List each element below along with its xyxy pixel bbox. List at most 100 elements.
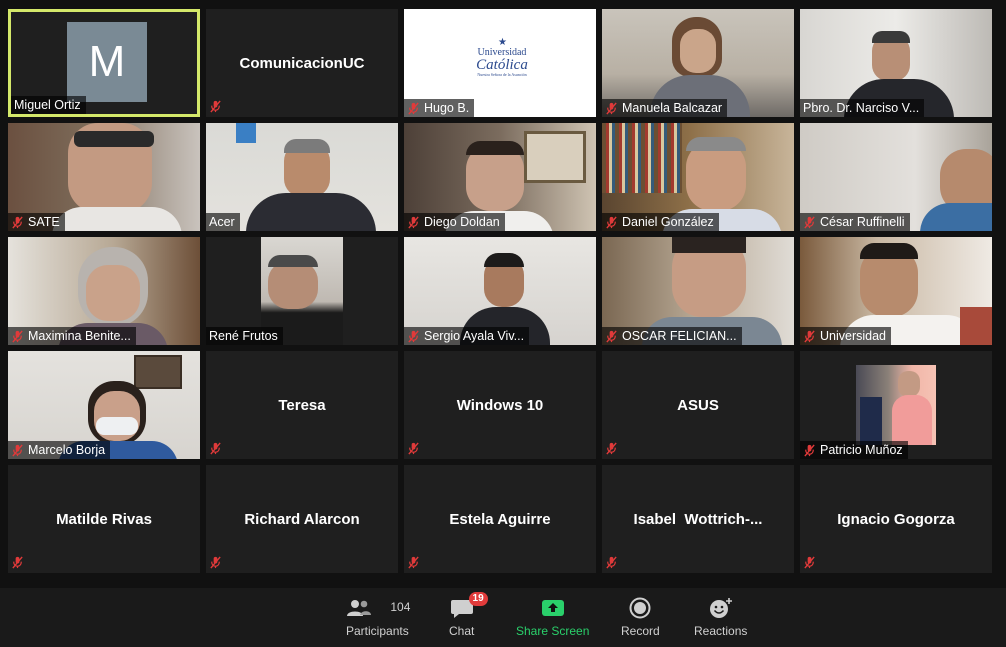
participant-name: Miguel Ortiz [14,98,81,112]
participant-name: OSCAR FELICIAN... [622,329,737,343]
participant-label: Sergio Ayala Viv... [404,327,530,345]
participant-label: OSCAR FELICIAN... [602,327,742,345]
tile-maximina[interactable]: Maximina Benite... [8,237,200,345]
participant-name-centered: Ignacio Gogorza [837,510,955,528]
avatar: M [67,22,147,102]
muted-mic-icon [407,556,421,570]
tile-richard-alarcon[interactable]: Richard Alarcon [206,465,398,573]
participant-label: Maximina Benite... [8,327,136,345]
tile-hugo-b[interactable]: Universidad Católica Nuestra Señora de l… [404,9,596,117]
muted-mic-icon [12,443,23,457]
muted-mic-icon [209,442,223,456]
participant-name-centered: Teresa [278,396,326,414]
participant-label: Universidad [800,327,892,345]
tile-marcelo-borja[interactable]: Marcelo Borja [8,351,200,459]
tile-acer[interactable]: Acer [206,123,398,231]
participant-name-centered: Richard Alarcon [244,510,360,528]
record-button[interactable]: Record [621,596,660,638]
participant-label: Manuela Balcazar [602,99,728,117]
participant-label: Patricio Muñoz [800,441,908,459]
reactions-button[interactable]: Reactions [694,596,747,638]
meeting-toolbar: 104 Participants 19 Chat Share Screen Re… [0,588,1006,647]
tile-ignacio-gogorza[interactable]: Ignacio Gogorza [800,465,992,573]
participant-name-centered: Matilde Rivas [56,510,152,528]
tile-teresa[interactable]: Teresa [206,351,398,459]
participant-name: Daniel González [622,215,714,229]
muted-mic-icon [804,443,815,457]
tile-matilde-rivas[interactable]: Matilde Rivas [8,465,200,573]
record-label: Record [621,624,660,638]
tile-comunicacionuc[interactable]: ComunicacionUC [206,9,398,117]
participant-name-centered: Estela Aguirre [449,510,551,528]
tile-windows-10[interactable]: Windows 10 [404,351,596,459]
tile-estela-aguirre[interactable]: Estela Aguirre [404,465,596,573]
participant-label: René Frutos [206,327,283,345]
share-screen-button[interactable]: Share Screen [516,596,589,638]
tile-cesar-ruffinelli[interactable]: César Ruffinelli [800,123,992,231]
tile-manuela-balcazar[interactable]: Manuela Balcazar [602,9,794,117]
participant-name: Diego Doldan [424,215,500,229]
reactions-label: Reactions [694,624,748,638]
star-icon: ★ [498,37,507,48]
participant-name: Patricio Muñoz [820,443,903,457]
participants-icon [347,600,372,616]
tile-isabel-wottrich[interactable]: Isabel Wottrich-... [602,465,794,573]
muted-mic-icon [209,556,223,570]
participant-name: Pbro. Dr. Narciso V... [803,101,920,115]
logo-line-3: Nuestra Señora de la Asunción [477,72,527,77]
participant-label: Pbro. Dr. Narciso V... [800,99,925,117]
muted-mic-icon [605,556,619,570]
tile-oscar[interactable]: OSCAR FELICIAN... [602,237,794,345]
participant-label: Marcelo Borja [8,441,111,459]
participant-name: Universidad [820,329,887,343]
muted-mic-icon [606,329,617,343]
logo-line-2: Católica [476,57,528,73]
muted-mic-icon [804,215,815,229]
participant-label: César Ruffinelli [800,213,910,231]
gallery-grid: M Miguel Ortiz ComunicacionUC Universida… [8,9,992,573]
tile-sergio-ayala[interactable]: Sergio Ayala Viv... [404,237,596,345]
participant-label: Acer [206,213,240,231]
participant-name: René Frutos [209,329,278,343]
muted-mic-icon [12,215,23,229]
participants-button[interactable]: 104 Participants [346,596,410,638]
participant-name: César Ruffinelli [820,215,905,229]
avatar-initial: M [88,37,126,86]
participant-name: SATE [28,215,60,229]
tile-miguel-ortiz[interactable]: M Miguel Ortiz [8,9,200,117]
muted-mic-icon [408,215,419,229]
tile-diego-doldan[interactable]: Diego Doldan [404,123,596,231]
tile-asus[interactable]: ASUS [602,351,794,459]
muted-mic-icon [804,329,815,343]
tile-rene-frutos[interactable]: René Frutos [206,237,398,345]
tile-sate[interactable]: SATE [8,123,200,231]
chat-button[interactable]: 19 Chat [449,592,488,638]
participant-name: Acer [209,215,235,229]
reactions-icon [709,598,732,618]
muted-mic-icon [408,329,419,343]
muted-mic-icon [605,442,619,456]
muted-mic-icon [803,556,817,570]
muted-mic-icon [11,556,25,570]
participant-label: Daniel González [602,213,719,231]
participant-name: Maximina Benite... [28,329,131,343]
tile-daniel-gonzalez[interactable]: Daniel González [602,123,794,231]
participant-name-centered: ComunicacionUC [239,54,365,72]
share-screen-label: Share Screen [516,624,590,638]
participant-name-centered: Isabel Wottrich-... [633,510,763,528]
participant-label: Diego Doldan [404,213,505,231]
muted-mic-icon [12,329,23,343]
participant-name: Hugo B. [424,101,470,115]
tile-narciso[interactable]: Pbro. Dr. Narciso V... [800,9,992,117]
muted-mic-icon [407,442,421,456]
muted-mic-icon [408,101,419,115]
muted-mic-icon [209,100,223,114]
participant-name: Manuela Balcazar [622,101,723,115]
record-icon [629,597,651,619]
chat-label: Chat [449,624,475,638]
participant-name-centered: ASUS [677,396,719,414]
tile-universidad[interactable]: Universidad [800,237,992,345]
participant-label: Miguel Ortiz [11,96,86,114]
logo-text: Universidad Católica Nuestra Señora de l… [462,47,542,77]
tile-patricio-munoz[interactable]: Patricio Muñoz [800,351,992,459]
